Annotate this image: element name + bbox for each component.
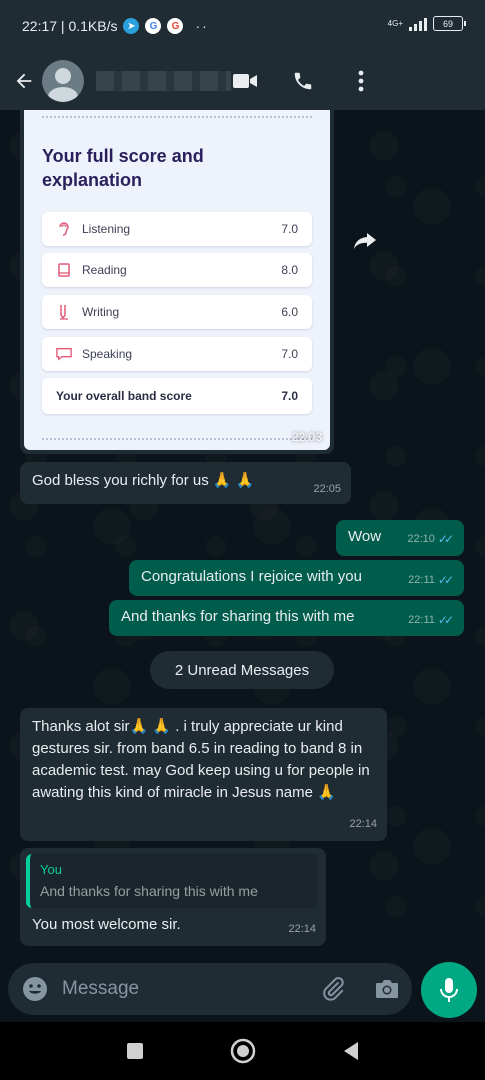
avatar[interactable] [42, 60, 84, 102]
message-text: Wow [348, 528, 382, 545]
score-label: Speaking [82, 347, 133, 361]
score-row: Listening 7.0 [42, 212, 312, 246]
voice-call-icon [294, 72, 312, 90]
more-options-button[interactable] [347, 67, 375, 95]
battery-icon: 69 [433, 16, 466, 31]
score-row: Writing 6.0 [42, 295, 312, 329]
status-left: 22:17 | 0.1KB/s ➤ G G ·· [22, 18, 209, 34]
forward-button[interactable] [348, 224, 382, 258]
voice-record-button[interactable] [421, 962, 477, 1018]
score-value: 7.0 [281, 222, 298, 236]
outgoing-message[interactable]: And thanks for sharing this with me 22:1… [109, 600, 464, 636]
score-value: 7.0 [281, 347, 298, 361]
score-value: 6.0 [281, 305, 298, 319]
incoming-message[interactable]: Thanks alot sir🙏 🙏 . i truly appreciate … [20, 708, 387, 841]
incoming-message[interactable]: God bless you richly for us 🙏 🙏 22:05 [20, 462, 351, 504]
dotted-divider [42, 116, 312, 118]
message-time: 22:03 [291, 430, 322, 444]
score-card-image[interactable]: Your full score and explanation Listenin… [24, 110, 330, 450]
message-time: 22:05 [313, 483, 341, 495]
home-circle-icon [230, 1038, 255, 1064]
score-value: 8.0 [281, 263, 298, 277]
unread-messages-divider: 2 Unread Messages [150, 651, 334, 689]
incoming-reply-message[interactable]: You And thanks for sharing this with me … [20, 848, 326, 946]
score-row: Reading 8.0 [42, 253, 312, 287]
home-button[interactable] [228, 1036, 258, 1066]
overall-score-row: Your overall band score 7.0 [42, 378, 312, 414]
message-input[interactable] [62, 978, 318, 1000]
chat-area[interactable]: Your full score and explanation Listenin… [0, 110, 485, 960]
emoji-icon [23, 977, 47, 1001]
overall-value: 7.0 [281, 389, 298, 403]
forward-icon [354, 233, 376, 249]
read-ticks-icon: ✓✓ [437, 532, 454, 546]
status-right: 4G+ 69 [387, 16, 466, 31]
message-text: God bless you richly for us 🙏 🙏 [32, 472, 255, 489]
attach-icon [323, 977, 344, 1001]
pen-icon [56, 304, 72, 320]
score-label: Reading [82, 263, 127, 277]
recents-button[interactable] [120, 1036, 150, 1066]
battery-level: 69 [442, 18, 453, 29]
outgoing-message[interactable]: Wow 22:10 ✓✓ [336, 520, 464, 556]
system-nav-bar [0, 1022, 485, 1080]
score-row: Speaking 7.0 [42, 337, 312, 371]
quoted-message[interactable]: You And thanks for sharing this with me [26, 854, 318, 908]
message-input-container [8, 963, 412, 1015]
score-label: Listening [82, 222, 131, 236]
book-icon [56, 262, 72, 278]
status-time-speed: 22:17 | 0.1KB/s [22, 18, 118, 34]
signal-icon [409, 17, 427, 31]
score-card-title: Your full score and explanation [42, 146, 204, 190]
message-text: And thanks for sharing this with me [121, 608, 355, 625]
overall-label: Your overall band score [56, 389, 192, 403]
message-text: Congratulations I rejoice with you [141, 568, 362, 585]
chat-header [0, 52, 485, 110]
back-nav-button[interactable] [336, 1036, 366, 1066]
message-input-bar [0, 960, 485, 1022]
score-label: Writing [82, 305, 120, 319]
message-time: 22:14 [288, 923, 316, 935]
quoted-sender: You [40, 862, 62, 877]
back-arrow-icon [16, 73, 32, 89]
speech-icon [56, 346, 72, 362]
ear-icon [56, 221, 72, 237]
network-type: 4G+ [387, 18, 403, 28]
message-time: 22:11 ✓✓ [408, 609, 454, 631]
google-icon: G [145, 18, 162, 34]
square-icon [126, 1043, 143, 1059]
status-bar: 22:17 | 0.1KB/s ➤ G G ·· 4G+ 69 [0, 0, 485, 52]
attach-button[interactable] [318, 974, 348, 1004]
quoted-text: And thanks for sharing this with me [40, 883, 258, 899]
read-ticks-icon: ✓✓ [437, 613, 454, 627]
camera-icon [376, 980, 398, 998]
outgoing-message[interactable]: Congratulations I rejoice with you 22:11… [129, 560, 464, 596]
read-ticks-icon: ✓✓ [437, 573, 454, 587]
camera-button[interactable] [372, 974, 402, 1004]
more-vert-icon [358, 70, 364, 92]
message-time: 22:14 [349, 818, 377, 830]
back-button[interactable] [6, 61, 42, 101]
microphone-icon [440, 978, 458, 1002]
status-more-dots: ·· [195, 18, 209, 34]
message-text: Thanks alot sir🙏 🙏 . i truly appreciate … [32, 718, 370, 801]
unread-label: 2 Unread Messages [174, 661, 310, 679]
video-call-icon [233, 74, 257, 88]
telegram-icon: ➤ [123, 18, 140, 34]
message-time: 22:10 ✓✓ [407, 528, 454, 550]
image-message[interactable]: Your full score and explanation Listenin… [20, 110, 334, 454]
emoji-button[interactable] [22, 976, 48, 1002]
header-actions [231, 67, 375, 95]
message-time: 22:11 ✓✓ [408, 569, 454, 591]
contact-name[interactable] [96, 71, 231, 91]
message-text: You most welcome sir. [32, 916, 181, 933]
video-call-button[interactable] [231, 67, 259, 95]
chrome-icon: G [167, 18, 184, 34]
voice-call-button[interactable] [289, 67, 317, 95]
triangle-back-icon [343, 1042, 358, 1060]
dotted-divider [42, 438, 312, 440]
